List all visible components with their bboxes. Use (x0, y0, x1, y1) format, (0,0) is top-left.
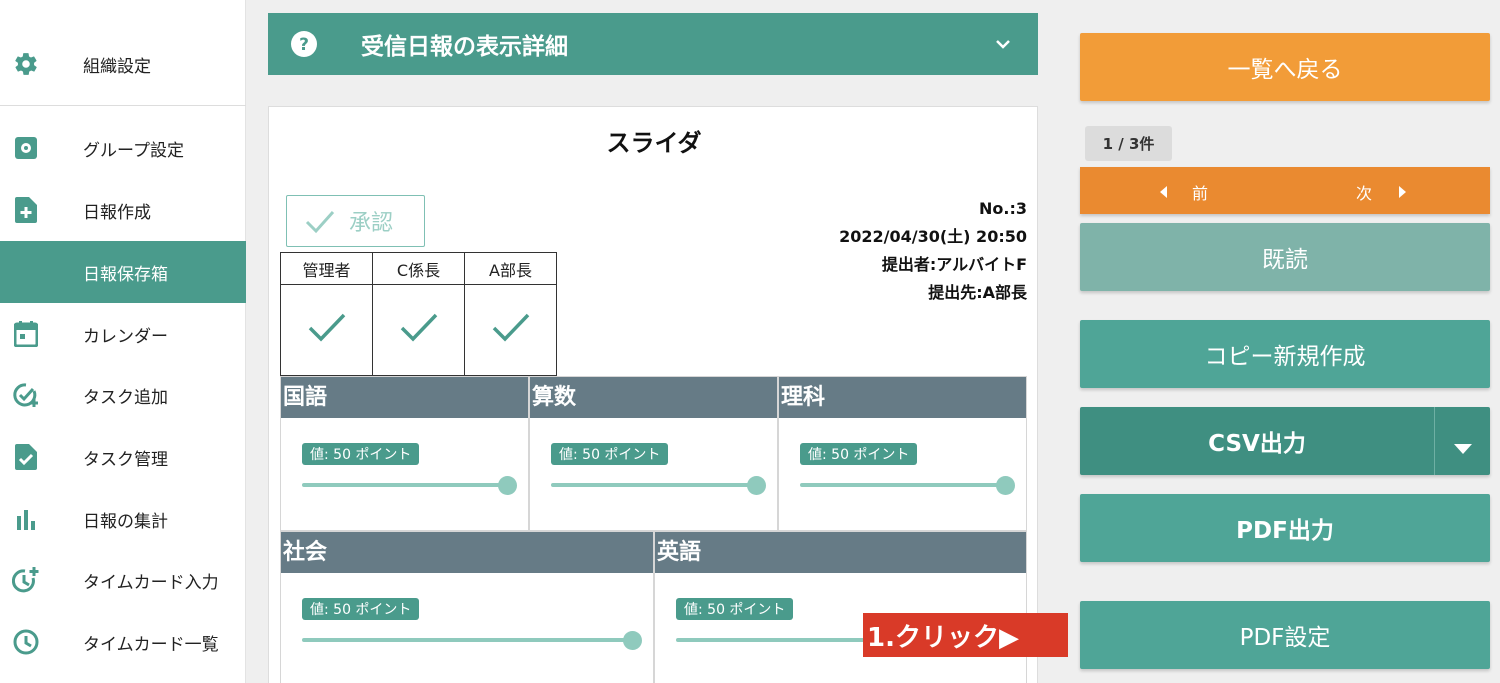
csv-export-label: CSV出力 (1208, 431, 1306, 457)
caret-right-icon (1399, 186, 1407, 198)
approval-cell (464, 284, 557, 376)
sidebar-item-create-report[interactable]: 日報作成 (0, 179, 246, 241)
task-file-icon (12, 443, 40, 471)
sidebar-item-report-box[interactable]: 日報保存箱 (0, 241, 246, 303)
slider-thumb[interactable] (996, 476, 1015, 495)
sidebar-item-timecard-input[interactable]: タイムカード入力 (0, 549, 246, 611)
calendar-icon (12, 320, 40, 348)
slider-track[interactable] (551, 483, 757, 487)
click-callout: 1.クリック▶ (863, 613, 1068, 657)
sidebar-item-label: 日報保存箱 (83, 264, 168, 285)
check-icon (400, 313, 437, 342)
caret-left-icon (1160, 186, 1167, 198)
sidebar-item-label: カレンダー (83, 326, 168, 347)
clock-icon (12, 628, 40, 656)
subject-block: 理科 値: 50 ポイント (778, 376, 1027, 531)
back-to-list-button[interactable]: 一覧へ戻る (1080, 33, 1490, 101)
chevron-down-icon[interactable] (994, 35, 1012, 53)
pager: 前 次 (1080, 167, 1490, 214)
next-button[interactable]: 次 (1356, 180, 1407, 204)
mark-read-button[interactable]: 既読 (1080, 223, 1490, 291)
split-divider (1434, 407, 1435, 475)
sidebar-item-task-manage[interactable]: タスク管理 (0, 426, 246, 488)
approver-header: 管理者 (280, 252, 373, 285)
slider-track[interactable] (302, 638, 633, 642)
subject-name: 社会 (281, 532, 653, 573)
prev-button[interactable]: 前 (1160, 180, 1208, 204)
value-badge: 値: 50 ポイント (676, 598, 794, 620)
report-recipient: 提出先:A部長 (928, 283, 1027, 302)
file-add-icon (12, 196, 40, 224)
report-card: スライダ 承認 管理者 C係長 A部長 No.:3 2022/04/30(土) … (268, 106, 1038, 683)
slider-track[interactable] (800, 483, 1006, 487)
approval-cell (372, 284, 465, 376)
value-badge: 値: 50 ポイント (302, 598, 420, 620)
slider-thumb[interactable] (623, 631, 642, 650)
question-icon[interactable]: ? (290, 30, 318, 58)
sidebar-item-label: タイムカード入力 (83, 572, 219, 593)
task-add-icon (12, 381, 40, 409)
sidebar: 組織設定 グループ設定 日報作成 日報保存箱 カレンダー タスク追加 タスク管理 (0, 0, 246, 683)
report-number: No.:3 (979, 199, 1027, 218)
sidebar-item-timecard-list[interactable]: タイムカード一覧 (0, 611, 246, 673)
caret-down-icon[interactable] (1454, 435, 1472, 461)
next-label: 次 (1356, 184, 1373, 203)
subject-name: 国語 (281, 377, 528, 418)
group-settings-icon (12, 134, 40, 162)
bar-chart-icon (12, 505, 40, 533)
slider-thumb[interactable] (498, 476, 517, 495)
sidebar-item-label: グループ設定 (83, 140, 184, 161)
record-count-badge: 1 / 3件 (1085, 126, 1172, 161)
subject-block: 国語 値: 50 ポイント (280, 376, 529, 531)
approve-button[interactable]: 承認 (286, 195, 425, 247)
report-submitter: 提出者:アルバイトF (881, 255, 1027, 274)
slider-track[interactable] (302, 483, 508, 487)
sidebar-divider (0, 105, 246, 106)
check-icon (492, 313, 529, 342)
approval-cell (280, 284, 373, 376)
sidebar-item-label: 日報の集計 (83, 511, 168, 532)
sidebar-item-task-add[interactable]: タスク追加 (0, 364, 246, 426)
clock-add-icon (12, 566, 40, 594)
pdf-settings-button[interactable]: PDF設定 (1080, 601, 1490, 669)
prev-label: 前 (1192, 184, 1209, 203)
sidebar-item-label: タイムカード一覧 (83, 634, 219, 655)
sidebar-item-org-settings[interactable]: 組織設定 (0, 33, 246, 95)
check-icon (308, 313, 345, 342)
sidebar-item-label: 日報作成 (83, 202, 151, 223)
gear-icon (12, 50, 40, 78)
value-badge: 値: 50 ポイント (551, 443, 669, 465)
sidebar-item-label: タスク追加 (83, 387, 168, 408)
approver-header: A部長 (464, 252, 557, 285)
subject-name: 算数 (530, 377, 777, 418)
sidebar-item-group-settings[interactable]: グループ設定 (0, 117, 246, 179)
sidebar-item-label: タスク管理 (83, 449, 168, 470)
sidebar-item-report-stats[interactable]: 日報の集計 (0, 488, 246, 550)
subject-block: 算数 値: 50 ポイント (529, 376, 778, 531)
copy-new-button[interactable]: コピー新規作成 (1080, 320, 1490, 388)
report-datetime: 2022/04/30(土) 20:50 (839, 227, 1027, 246)
subject-block: 英語 値: 50 ポイント (654, 531, 1027, 683)
subject-block: 社会 値: 50 ポイント (280, 531, 654, 683)
report-title: スライダ (606, 129, 702, 157)
check-icon (305, 209, 335, 239)
csv-export-button[interactable]: CSV出力 (1080, 407, 1490, 475)
sidebar-item-calendar[interactable]: カレンダー (0, 303, 246, 365)
pdf-export-button[interactable]: PDF出力 (1080, 494, 1490, 562)
value-badge: 値: 50 ポイント (800, 443, 918, 465)
sidebar-item-label: 組織設定 (83, 56, 151, 77)
approval-table: 管理者 C係長 A部長 (280, 252, 557, 376)
subject-name: 理科 (779, 377, 1026, 418)
svg-text:?: ? (299, 35, 309, 55)
detail-header-bar[interactable]: ? 受信日報の表示詳細 (268, 13, 1038, 75)
report-meta: No.:3 2022/04/30(土) 20:50 提出者:アルバイトF 提出先… (839, 195, 1027, 307)
value-badge: 値: 50 ポイント (302, 443, 420, 465)
subject-name: 英語 (655, 532, 1026, 573)
approve-label: 承認 (349, 211, 394, 236)
approver-header: C係長 (372, 252, 465, 285)
page-title: 受信日報の表示詳細 (361, 34, 568, 60)
slider-thumb[interactable] (747, 476, 766, 495)
